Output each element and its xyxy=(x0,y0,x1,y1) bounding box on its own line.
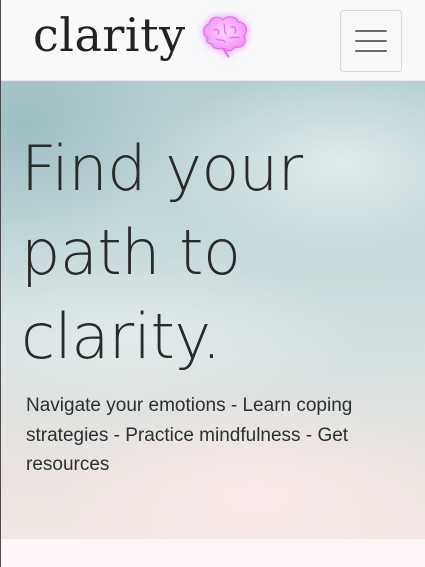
hero-title: Find your path to clarity. xyxy=(21,132,303,373)
navbar: clarity xyxy=(1,0,425,81)
brand-link[interactable]: clarity xyxy=(33,12,252,58)
brain-icon xyxy=(202,16,247,58)
hamburger-menu-icon xyxy=(355,50,387,52)
page: clarity Find your path to clarity. Navig… xyxy=(0,0,425,567)
hero-subtitle: Navigate your emotions - Learn coping st… xyxy=(26,395,353,475)
hamburger-menu-icon xyxy=(355,40,387,42)
navbar-toggler-button[interactable] xyxy=(340,10,402,72)
hamburger-menu-icon xyxy=(355,30,387,32)
hero-section: Find your path to clarity. Navigate your… xyxy=(1,81,425,539)
next-section xyxy=(1,539,425,567)
brand-text: clarity xyxy=(33,8,186,62)
